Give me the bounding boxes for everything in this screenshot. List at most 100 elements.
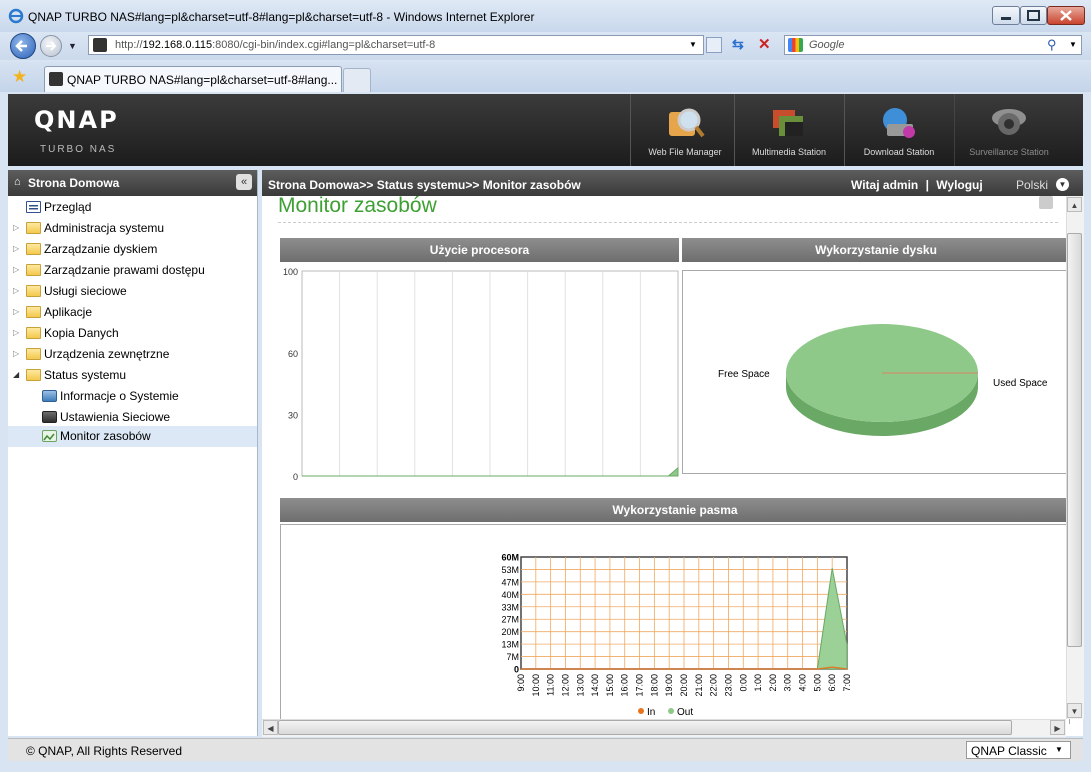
collapse-sidebar-icon[interactable]: «	[236, 174, 252, 190]
qnap-header: QNAP Turbo NAS Web File Manager Multimed…	[8, 94, 1083, 166]
legend-in-marker	[638, 708, 644, 714]
welcome-bar: Witaj admin | Wyloguj	[851, 178, 983, 192]
scroll-right-icon[interactable]: ▶	[1050, 720, 1065, 735]
sidebar-item-dyski[interactable]: ▷ Zarządzanie dyskiem	[8, 239, 257, 260]
back-button[interactable]	[10, 33, 36, 59]
bandwidth-xtick-label: 6:00	[827, 674, 837, 692]
scroll-up-icon[interactable]: ▲	[1067, 197, 1082, 212]
expand-arrow-icon[interactable]: ▷	[13, 265, 19, 274]
bandwidth-xtick-label: 10:00	[531, 674, 541, 697]
download-station-button[interactable]: Download Station	[844, 94, 953, 166]
expand-arrow-icon[interactable]: ▷	[13, 349, 19, 358]
language-dropdown-icon[interactable]: ▼	[1056, 178, 1069, 191]
sidebar-item-ustawienia-sieciowe[interactable]: Ustawienia Sieciowe	[8, 407, 257, 428]
surveillance-station-button[interactable]: Surveillance Station	[954, 94, 1063, 166]
sidebar-title: Strona Domowa	[28, 176, 120, 190]
folder-icon	[26, 327, 41, 339]
sidebar-item-prawa-dostepu[interactable]: ▷ Zarządzanie prawami dostępu	[8, 260, 257, 281]
bandwidth-xtick-label: 16:00	[620, 674, 630, 697]
web-file-manager-icon	[665, 104, 705, 140]
sidebar-item-urzadzenia[interactable]: ▷ Urządzenia zewnętrzne	[8, 344, 257, 365]
language-selector[interactable]: Polski	[1016, 178, 1048, 192]
content-header: Strona Domowa>> Status systemu>> Monitor…	[262, 170, 1083, 196]
chevron-down-icon[interactable]: ▼	[1055, 745, 1063, 754]
search-options-dropdown-icon[interactable]: ▼	[1069, 40, 1077, 49]
welcome-text: Witaj admin	[851, 178, 919, 192]
surveillance-station-icon	[989, 104, 1029, 140]
sidebar-header: ⌂ Strona Domowa «	[8, 170, 257, 196]
main-content: Strona Domowa>> Status systemu>> Monitor…	[262, 170, 1083, 736]
open-folder-icon	[26, 369, 41, 381]
sidebar-item-label: Monitor zasobów	[60, 429, 151, 443]
bandwidth-xtick-label: 1:00	[753, 674, 763, 692]
forward-button[interactable]	[40, 35, 62, 57]
scroll-down-icon[interactable]: ▼	[1067, 703, 1082, 718]
sidebar-item-label: Aplikacje	[44, 305, 93, 319]
sidebar-item-monitor-zasobow[interactable]: Monitor zasobów	[8, 426, 257, 447]
multimedia-station-button[interactable]: Multimedia Station	[734, 94, 843, 166]
theme-select[interactable]: QNAP Classic ▼	[966, 741, 1071, 759]
sidebar-item-status-systemu[interactable]: ◢ Status systemu	[8, 365, 257, 386]
bandwidth-xtick-label: 0:00	[738, 674, 748, 692]
bandwidth-xtick-label: 23:00	[723, 674, 733, 697]
sidebar-item-label: Zarządzanie dyskiem	[44, 242, 158, 256]
expand-arrow-icon[interactable]: ▷	[13, 307, 19, 316]
tab-title: QNAP TURBO NAS#lang=pl&charset=utf-8#lan…	[67, 73, 338, 87]
bandwidth-panel-title: Wykorzystanie pasma	[280, 498, 1070, 522]
new-tab-button[interactable]	[343, 68, 371, 92]
refresh-icon[interactable]: ⇆	[732, 36, 744, 53]
sidebar-item-kopia-danych[interactable]: ▷ Kopia Danych	[8, 323, 257, 344]
bandwidth-xtick-label: 12:00	[560, 674, 570, 697]
help-icon[interactable]	[1039, 196, 1053, 209]
disk-panel-title: Wykorzystanie dysku	[682, 238, 1070, 262]
sidebar-item-przeglad[interactable]: Przegląd	[8, 197, 257, 218]
sidebar-item-aplikacje[interactable]: ▷ Aplikacje	[8, 302, 257, 323]
sidebar-item-label: Usługi sieciowe	[44, 284, 127, 298]
stop-icon[interactable]: ✕	[758, 35, 771, 53]
favorites-star-icon[interactable]: ★	[12, 67, 27, 87]
vertical-scroll-thumb[interactable]	[1067, 233, 1082, 647]
browser-tab[interactable]: QNAP TURBO NAS#lang=pl&charset=utf-8#lan…	[44, 66, 342, 92]
expand-arrow-icon[interactable]: ▷	[13, 286, 19, 295]
sidebar-item-administracja[interactable]: ▷ Administracja systemu	[8, 218, 257, 239]
system-info-icon	[42, 390, 57, 402]
bandwidth-xtick-label: 21:00	[694, 674, 704, 697]
bandwidth-ytick-label: 60M	[501, 553, 519, 563]
address-bar[interactable]: http://192.168.0.115:8080/cgi-bin/index.…	[88, 35, 704, 55]
sidebar-item-uslugi[interactable]: ▷ Usługi sieciowe	[8, 281, 257, 302]
folder-icon	[26, 264, 41, 276]
legend-out-label: Out	[677, 707, 693, 718]
scroll-left-icon[interactable]: ◀	[263, 720, 278, 735]
bandwidth-xtick-label: 5:00	[812, 674, 822, 692]
close-button[interactable]	[1047, 6, 1085, 25]
minimize-button[interactable]	[992, 6, 1020, 25]
logout-link[interactable]: Wyloguj	[936, 178, 982, 192]
bandwidth-xtick-label: 17:00	[635, 674, 645, 697]
home-icon: ⌂	[14, 176, 21, 188]
bandwidth-ytick-label: 47M	[501, 577, 519, 587]
sidebar-item-label: Administracja systemu	[44, 221, 165, 235]
recent-pages-dropdown-icon[interactable]: ▼	[68, 41, 77, 51]
collapse-arrow-icon[interactable]: ◢	[13, 370, 19, 379]
search-input[interactable]: Google ⚲ ▼	[784, 35, 1082, 55]
bandwidth-xtick-label: 18:00	[649, 674, 659, 697]
folder-icon	[26, 348, 41, 360]
compatibility-view-icon[interactable]	[706, 37, 722, 53]
tab-favicon-icon	[49, 72, 63, 86]
expand-arrow-icon[interactable]: ▷	[13, 223, 19, 232]
address-dropdown-icon[interactable]: ▼	[689, 40, 697, 49]
site-favicon-icon	[93, 38, 107, 52]
sidebar-item-informacje[interactable]: Informacje o Systemie	[8, 386, 257, 407]
pie-label-used-space: Used Space	[993, 378, 1048, 389]
qnap-logo-subtitle: Turbo NAS	[40, 144, 117, 155]
bandwidth-xtick-label: 2:00	[768, 674, 778, 692]
download-station-label: Download Station	[863, 147, 935, 157]
expand-arrow-icon[interactable]: ▷	[13, 244, 19, 253]
horizontal-scroll-thumb[interactable]	[278, 720, 1012, 735]
disk-usage-panel: Free Space Used Space	[682, 270, 1070, 474]
page-title: Monitor zasobów	[278, 194, 437, 217]
web-file-manager-button[interactable]: Web File Manager	[630, 94, 739, 166]
search-icon[interactable]: ⚲	[1047, 37, 1057, 53]
expand-arrow-icon[interactable]: ▷	[13, 328, 19, 337]
maximize-button[interactable]	[1020, 6, 1047, 25]
